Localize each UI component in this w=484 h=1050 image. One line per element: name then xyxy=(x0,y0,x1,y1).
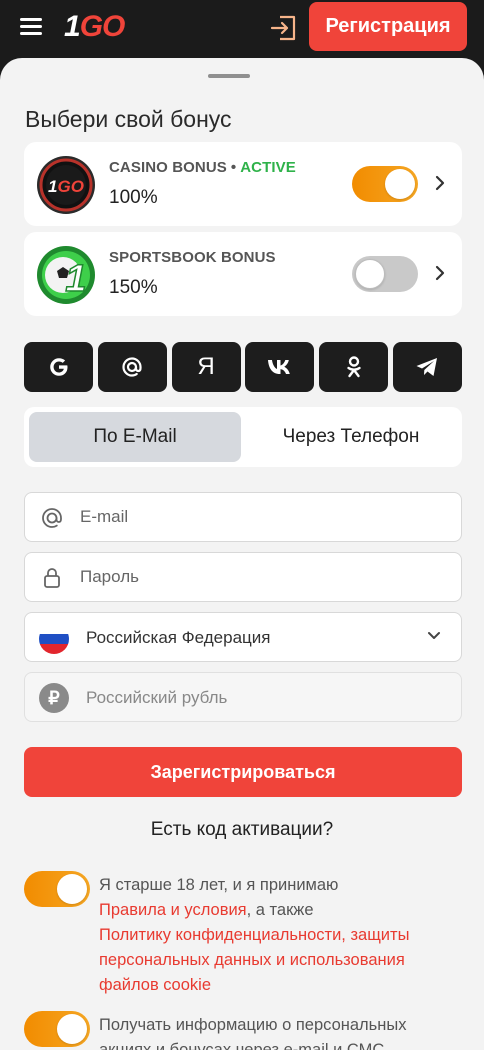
country-value: Российская Федерация xyxy=(86,628,271,647)
chevron-right-icon[interactable] xyxy=(434,265,446,281)
svg-text:1GO: 1GO xyxy=(48,177,84,196)
telegram-icon xyxy=(416,358,438,376)
marketing-consent-text: Получать информацию о персональных акция… xyxy=(99,1016,407,1050)
sportsbook-bonus-toggle[interactable] xyxy=(352,256,418,292)
odnoklassniki-icon xyxy=(346,356,361,378)
chevron-down-icon xyxy=(428,632,440,639)
vk-icon xyxy=(267,360,290,374)
svg-text:1: 1 xyxy=(65,258,86,300)
tab-phone[interactable]: Через Телефон xyxy=(245,412,457,462)
country-select[interactable]: Российская Федерация xyxy=(24,612,462,662)
at-icon xyxy=(122,357,142,377)
at-icon xyxy=(42,508,62,528)
email-login-button[interactable] xyxy=(97,342,167,392)
privacy-policy-link[interactable]: Политику конфиденциальности, защиты перс… xyxy=(99,926,409,994)
casino-bonus-toggle[interactable] xyxy=(352,166,418,202)
sportsbook-bonus-card[interactable]: 1 SPORTSBOOK BONUS 150% xyxy=(24,232,462,316)
yandex-login-button[interactable]: Я xyxy=(171,342,241,392)
sportsbook-bonus-badge-icon: 1 xyxy=(37,246,95,304)
menu-icon[interactable] xyxy=(20,18,42,36)
logo[interactable]: 1GO xyxy=(64,10,125,44)
social-login-row: Я xyxy=(24,342,462,392)
age-consent-text: Я старше 18 лет, и я принимаю Правила и … xyxy=(99,876,410,994)
lock-icon xyxy=(44,568,60,588)
bonus-section-title: Выбери свой бонус xyxy=(25,106,232,132)
marketing-consent-toggle[interactable] xyxy=(24,1011,90,1047)
sheet-handle[interactable] xyxy=(208,74,250,78)
casino-bonus-name: CASINO BONUS • ACTIVE xyxy=(109,159,296,176)
login-icon[interactable] xyxy=(268,12,300,44)
terms-link[interactable]: Правила и условия xyxy=(99,901,247,919)
ruble-icon: ₽ xyxy=(39,683,69,713)
email-field xyxy=(24,492,462,542)
password-field xyxy=(24,552,462,602)
register-button[interactable]: Регистрация xyxy=(309,2,467,51)
email-input[interactable] xyxy=(80,493,440,541)
yandex-icon: Я xyxy=(197,353,215,380)
sportsbook-bonus-percent: 150% xyxy=(109,277,158,298)
google-login-button[interactable] xyxy=(24,342,93,392)
casino-bonus-percent: 100% xyxy=(109,187,158,208)
currency-value: Российский рубль xyxy=(86,688,228,707)
telegram-login-button[interactable] xyxy=(392,342,462,392)
casino-bonus-status: ACTIVE xyxy=(240,159,296,176)
odnoklassniki-login-button[interactable] xyxy=(319,342,389,392)
sportsbook-bonus-name: SPORTSBOOK BONUS xyxy=(109,249,276,266)
top-bar: 1GO Регистрация xyxy=(0,0,484,56)
age-consent-toggle[interactable] xyxy=(24,871,90,907)
casino-bonus-card[interactable]: 1GO CASINO BONUS • ACTIVE 100% xyxy=(24,142,462,226)
vk-login-button[interactable] xyxy=(245,342,315,392)
submit-registration-button[interactable]: Зарегистрироваться xyxy=(24,747,462,797)
currency-field: ₽ Российский рубль xyxy=(24,672,462,722)
registration-sheet: Выбери свой бонус 1GO CASINO BONUS • ACTIV… xyxy=(0,58,484,1050)
russia-flag-icon xyxy=(39,624,69,654)
casino-bonus-badge-icon: 1GO xyxy=(37,156,95,214)
password-input[interactable] xyxy=(80,553,440,601)
tab-email[interactable]: По E-Mail xyxy=(29,412,241,462)
google-icon xyxy=(49,358,67,376)
chevron-right-icon[interactable] xyxy=(434,175,446,191)
registration-method-tabs: По E-Mail Через Телефон xyxy=(24,407,462,467)
activation-code-link[interactable]: Есть код активации? xyxy=(0,819,484,841)
